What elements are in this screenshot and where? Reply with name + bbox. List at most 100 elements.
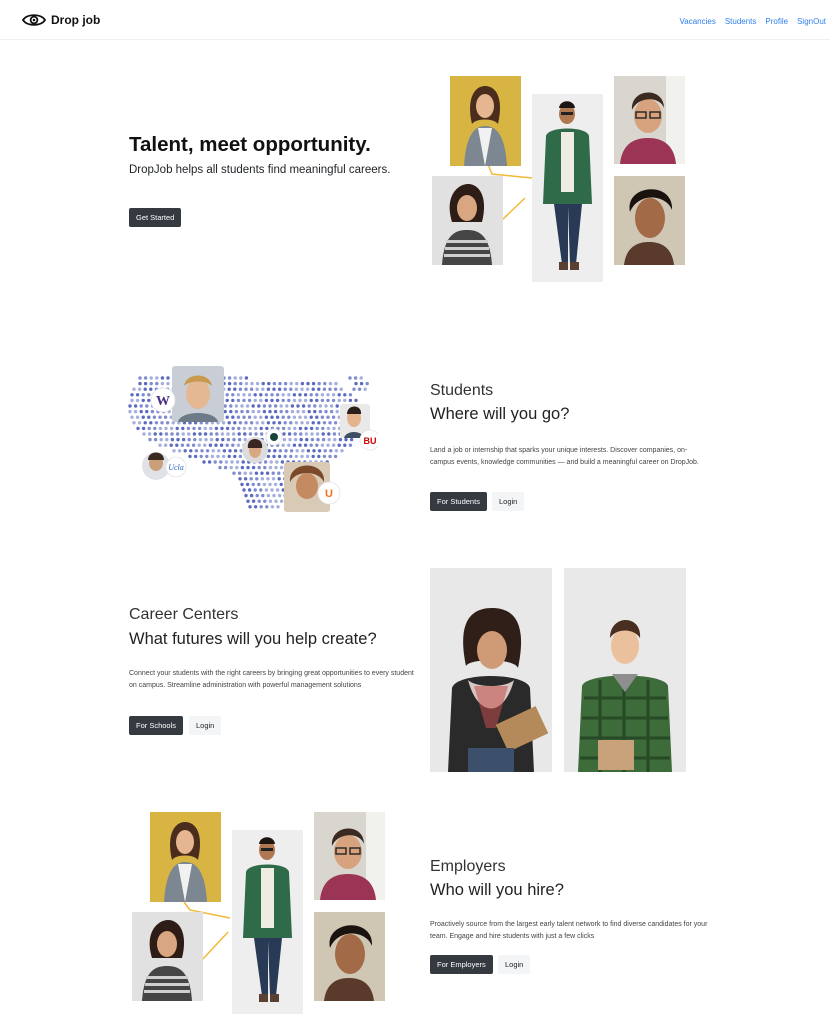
map-dot — [339, 387, 343, 391]
map-dot — [253, 488, 257, 492]
employers-login-button[interactable]: Login — [498, 955, 531, 974]
map-dot — [343, 443, 347, 447]
map-dot — [170, 437, 175, 442]
for-schools-button[interactable]: For Schools — [129, 716, 184, 735]
map-dot — [309, 393, 313, 397]
map-dot — [186, 443, 190, 447]
map-dot — [281, 393, 285, 397]
map-dot — [147, 393, 151, 397]
map-dot — [244, 387, 248, 391]
map-dot — [303, 398, 308, 403]
us-dot-map-graphic: W Ucla BU U — [128, 366, 378, 512]
get-started-button[interactable]: Get Started — [129, 208, 182, 227]
map-dot — [253, 393, 257, 397]
map-dot — [285, 404, 289, 408]
nav-link-profile[interactable]: Profile — [765, 17, 788, 26]
map-dot — [198, 437, 203, 442]
map-dot — [293, 426, 297, 431]
map-dot — [248, 505, 252, 509]
career-text: Connect your students with the right car… — [129, 670, 414, 689]
photo-man-glasses — [614, 76, 685, 164]
career-login-button[interactable]: Login — [189, 716, 222, 735]
map-dot — [279, 465, 284, 470]
map-dot — [223, 465, 228, 470]
map-dot — [227, 387, 231, 391]
map-dot — [298, 426, 303, 431]
photo-man-green-jacket — [532, 94, 603, 282]
map-dot — [359, 376, 363, 380]
students-login-button[interactable]: Login — [492, 492, 525, 511]
map-dot — [211, 449, 215, 453]
brand-name: Drop job — [51, 13, 101, 27]
map-dot — [311, 387, 315, 391]
map-dot — [225, 415, 229, 419]
map-dot — [242, 398, 246, 403]
map-dot — [349, 437, 354, 442]
map-dot — [268, 409, 272, 414]
nav-link-students[interactable]: Students — [725, 17, 757, 26]
map-dot — [328, 387, 332, 391]
map-dot — [248, 426, 252, 431]
map-dot — [251, 409, 255, 414]
map-dot — [247, 393, 252, 397]
map-dot — [331, 398, 336, 403]
employers-title: Who will you hire? — [430, 881, 564, 899]
map-dot — [274, 499, 278, 503]
map-dot — [160, 421, 164, 425]
logo-bu: BU — [364, 436, 377, 446]
map-dot — [275, 488, 280, 492]
map-dot — [237, 432, 241, 436]
map-dot — [233, 449, 238, 453]
map-dot — [301, 409, 306, 414]
map-dot — [177, 449, 182, 453]
map-dot — [197, 443, 201, 447]
map-dot — [221, 454, 226, 459]
map-dot — [309, 415, 313, 419]
map-dot — [338, 437, 343, 442]
for-students-button[interactable]: For Students — [430, 492, 487, 511]
map-dot — [231, 415, 235, 419]
map-dot — [326, 426, 331, 431]
map-dot — [225, 426, 230, 431]
map-dot — [266, 387, 271, 391]
map-dot — [275, 415, 280, 419]
map-dot — [264, 415, 269, 419]
brand[interactable]: Drop job — [22, 12, 100, 28]
map-dot — [322, 387, 327, 391]
map-dot — [306, 449, 311, 453]
map-dot — [149, 381, 153, 386]
map-dot — [238, 477, 242, 481]
map-dot — [242, 393, 246, 397]
map-dot — [307, 404, 311, 408]
map-dot — [331, 393, 336, 397]
map-dot — [158, 415, 162, 419]
map-dot — [324, 409, 328, 414]
map-dot — [209, 426, 213, 431]
map-dot — [257, 499, 261, 503]
map-dot — [216, 454, 220, 459]
map-dot — [289, 449, 294, 453]
map-dot — [283, 381, 288, 386]
nav-link-signout[interactable]: SignOut — [797, 17, 826, 26]
map-dot — [242, 488, 246, 492]
photo-woman-curly-employers — [314, 912, 385, 1001]
map-dot — [175, 432, 180, 436]
map-dot — [139, 404, 143, 408]
map-dot — [326, 415, 330, 419]
map-dot — [244, 421, 248, 425]
map-dot — [334, 449, 339, 453]
map-dot — [147, 398, 151, 403]
map-dot — [323, 449, 327, 453]
logo-w: W — [156, 394, 170, 409]
map-dot — [259, 415, 263, 419]
nav-link-vacancies[interactable]: Vacancies — [680, 17, 716, 26]
map-dot — [329, 449, 333, 453]
map-dot — [192, 426, 196, 431]
for-employers-button[interactable]: For Employers — [430, 955, 493, 974]
map-dot — [289, 387, 293, 391]
map-dot — [240, 404, 244, 408]
map-dot — [267, 381, 271, 386]
map-dot — [166, 376, 170, 380]
map-dot — [166, 381, 170, 386]
map-dot — [226, 437, 231, 442]
